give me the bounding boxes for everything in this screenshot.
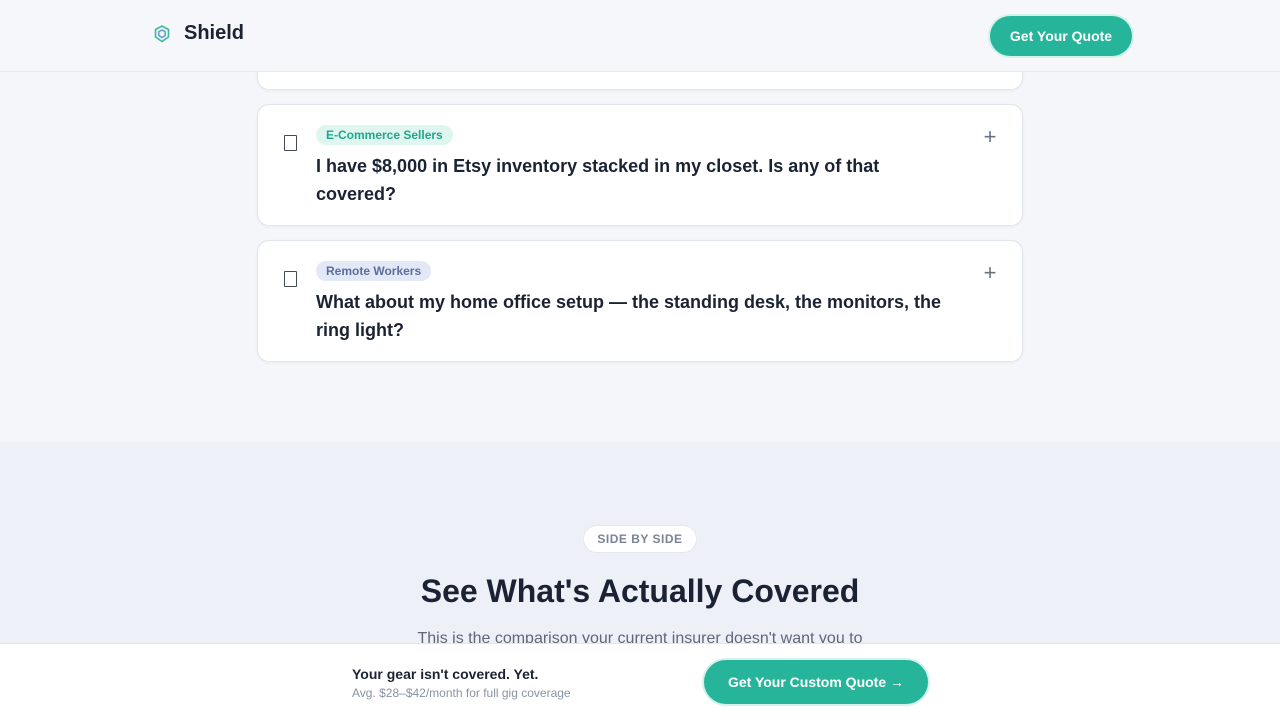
brand-name: Shield	[184, 22, 245, 44]
get-quote-button[interactable]: Get Your Quote	[990, 16, 1132, 56]
section-pill: SIDE BY SIDE	[583, 525, 697, 553]
missing-glyph-icon	[284, 135, 297, 151]
custom-quote-button[interactable]: Get Your Custom Quote →	[704, 660, 928, 704]
site-header: Shield Get Your Quote	[0, 0, 1280, 72]
cta-bar-subtitle: Avg. $28–$42/month for full gig coverage	[352, 686, 571, 700]
category-tag: Remote Workers	[316, 261, 432, 281]
section-title: See What's Actually Covered	[420, 573, 860, 609]
page: Shield Get Your Quote E-Commerce Sellers…	[0, 0, 1280, 720]
cta-bar-title: Your gear isn't covered. Yet.	[352, 666, 539, 682]
plus-icon[interactable]: +	[980, 262, 1000, 284]
brand[interactable]: Shield	[152, 22, 244, 45]
sticky-cta-bar: Your gear isn't covered. Yet. Avg. $28–$…	[0, 643, 1280, 720]
faq-question: I have $8,000 in Etsy inventory stacked …	[316, 156, 880, 204]
category-tag: E-Commerce Sellers	[316, 125, 453, 145]
faq-item[interactable]: Remote Workers What about my home office…	[257, 240, 1023, 362]
faq-section: E-Commerce Sellers I have $8,000 in Etsy…	[0, 32, 1280, 442]
missing-glyph-icon	[284, 271, 297, 287]
faq-item[interactable]: E-Commerce Sellers I have $8,000 in Etsy…	[257, 104, 1023, 226]
faq-question: What about my home office setup — the st…	[316, 292, 942, 340]
shield-icon	[154, 24, 170, 42]
plus-icon[interactable]: +	[980, 126, 1000, 148]
